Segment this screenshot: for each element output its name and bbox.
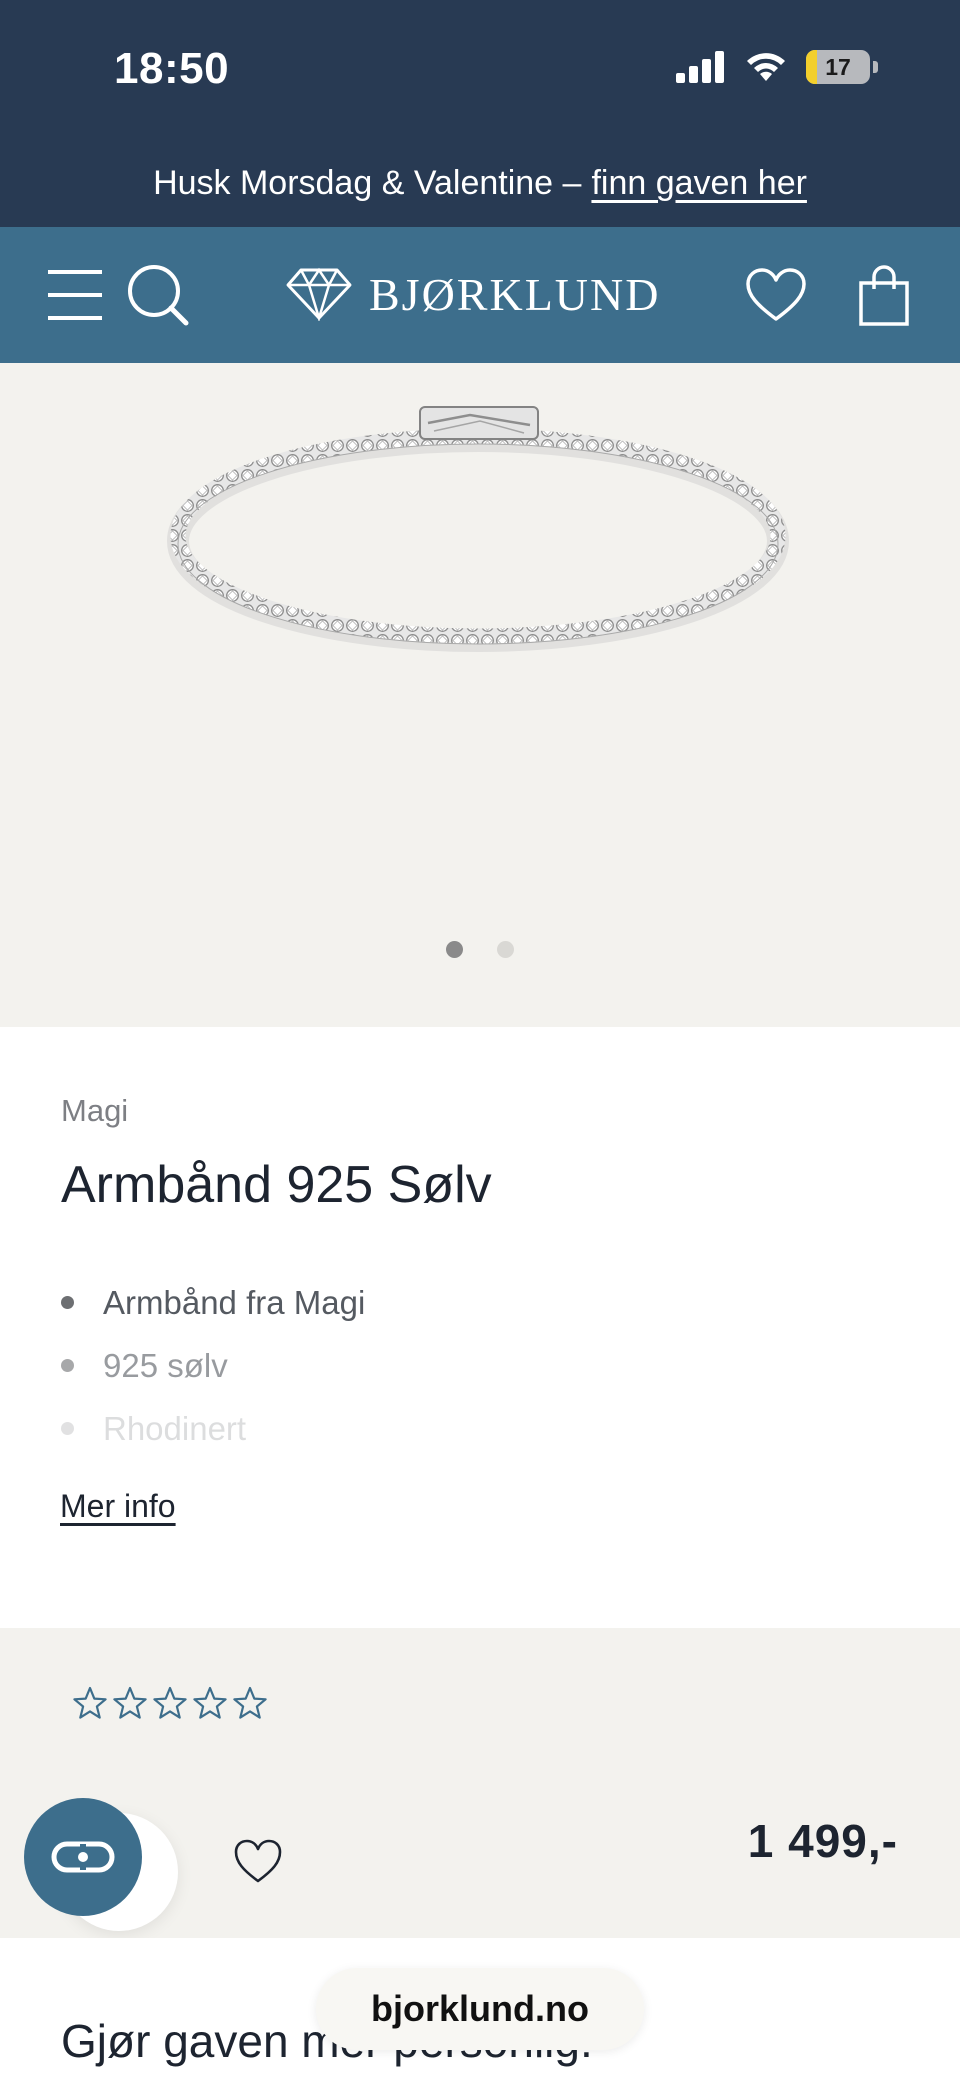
menu-button[interactable] xyxy=(46,267,104,323)
menu-icon xyxy=(48,270,102,320)
star-icon[interactable] xyxy=(112,1686,148,1720)
product-title: Armbånd 925 Sølv xyxy=(61,1156,492,1214)
product-features: Armbånd fra Magi 925 sølv Rhodinert xyxy=(61,1271,365,1460)
site-logo[interactable]: BJØRKLUND xyxy=(285,267,660,321)
search-icon xyxy=(128,265,189,326)
feature-text: Armbånd fra Magi xyxy=(103,1283,366,1321)
heart-icon xyxy=(746,268,806,321)
gallery-dot-2[interactable] xyxy=(497,941,514,958)
battery-cap xyxy=(873,61,878,73)
logo-text: BJØRKLUND xyxy=(369,268,661,320)
battery-icon: 17 xyxy=(806,50,870,84)
promo-link[interactable]: finn gaven her xyxy=(591,164,807,203)
bullet-icon xyxy=(61,1422,74,1435)
browser-url-bar[interactable]: bjorklund.no xyxy=(316,1968,644,2050)
feature-item: 925 sølv xyxy=(61,1334,365,1397)
signal-icon xyxy=(676,51,724,83)
status-bar: 18:50 17 xyxy=(0,0,960,146)
feature-text: Rhodinert xyxy=(103,1409,247,1447)
feature-item: Rhodinert xyxy=(61,1397,365,1460)
rating-stars[interactable] xyxy=(72,1686,268,1720)
gallery-pagination xyxy=(0,941,960,958)
bullet-icon xyxy=(61,1359,74,1372)
chat-button[interactable] xyxy=(24,1798,142,1916)
bullet-icon xyxy=(61,1296,74,1309)
star-icon[interactable] xyxy=(232,1686,268,1720)
promo-text: Husk Morsdag & Valentine – xyxy=(153,164,582,202)
bag-icon xyxy=(859,265,909,326)
main-header: BJØRKLUND xyxy=(0,227,960,363)
star-icon[interactable] xyxy=(72,1686,108,1720)
battery-level: 17 xyxy=(825,53,851,80)
star-icon[interactable] xyxy=(192,1686,228,1720)
status-icons: 17 xyxy=(676,50,878,84)
diamond-logo-icon xyxy=(286,267,352,321)
bracelet-image xyxy=(167,406,789,652)
product-gallery[interactable] xyxy=(0,363,960,1027)
wifi-icon xyxy=(747,53,785,81)
battery-fill xyxy=(806,50,817,84)
feature-text: 925 sølv xyxy=(103,1346,228,1384)
star-icon[interactable] xyxy=(152,1686,188,1720)
search-button[interactable] xyxy=(126,263,190,327)
feature-item: Armbånd fra Magi xyxy=(61,1271,365,1334)
cart-button[interactable] xyxy=(856,263,912,329)
product-brand[interactable]: Magi xyxy=(61,1093,128,1129)
heart-outline-icon xyxy=(234,1839,282,1883)
wishlist-button[interactable] xyxy=(744,265,808,325)
product-info: Magi Armbånd 925 Sølv Armbånd fra Magi 9… xyxy=(0,1027,960,1628)
purchase-section: 1 499,- xyxy=(0,1628,960,1938)
promo-bar: Husk Morsdag & Valentine – finn gaven he… xyxy=(0,146,960,227)
add-to-wishlist-button[interactable] xyxy=(233,1838,283,1889)
product-price: 1 499,- xyxy=(747,1815,898,1867)
status-time: 18:50 xyxy=(114,44,230,93)
gallery-dot-1[interactable] xyxy=(446,941,463,958)
chat-icon xyxy=(51,1841,115,1873)
more-info-link[interactable]: Mer info xyxy=(60,1488,176,1525)
